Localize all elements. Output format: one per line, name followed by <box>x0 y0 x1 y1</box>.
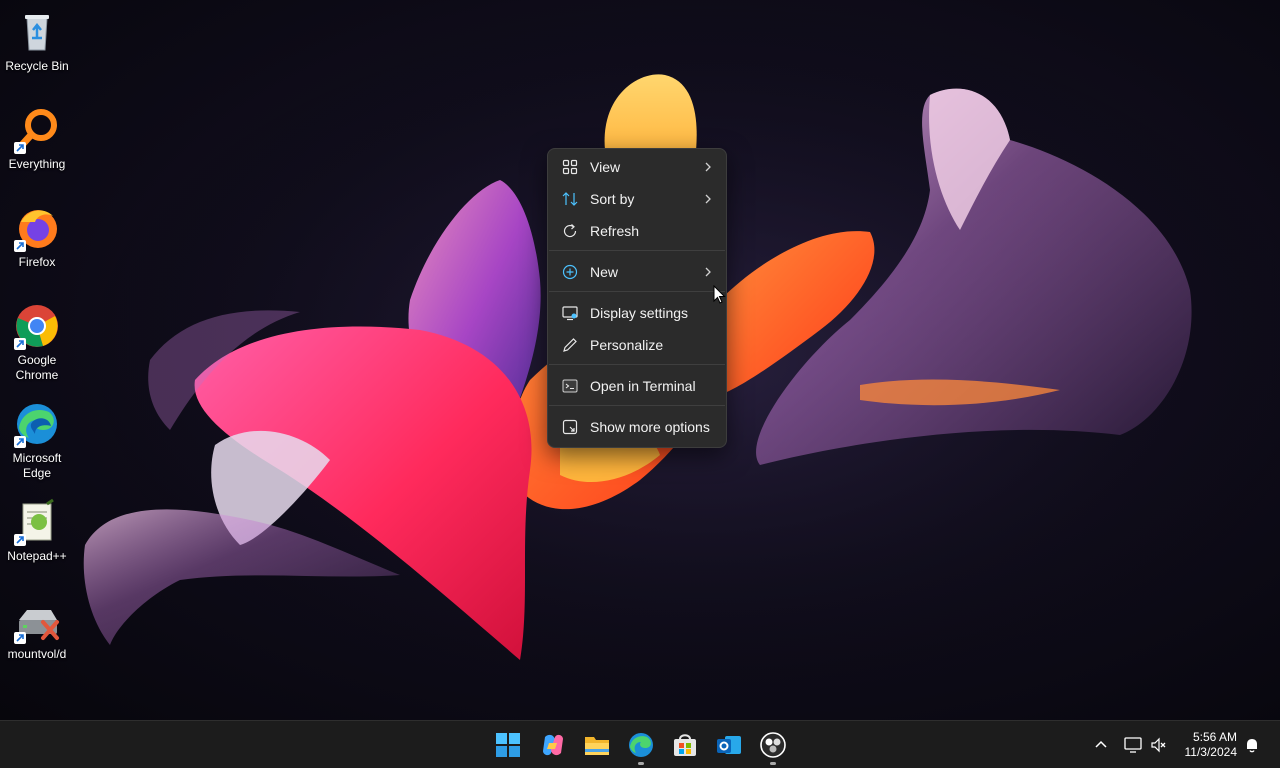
pen-icon <box>563 338 577 352</box>
menu-separator <box>549 250 725 251</box>
desktop[interactable]: Recycle Bin Everything Firefox Google Ch… <box>0 0 1280 720</box>
menu-item-new[interactable]: New <box>553 257 721 287</box>
desktop-icon-everything[interactable]: Everything <box>0 106 74 172</box>
mouse-cursor-icon <box>713 285 726 304</box>
chevron-right-icon <box>705 194 711 204</box>
running-indicator <box>638 762 644 765</box>
volume-muted-icon[interactable] <box>1150 736 1168 754</box>
shortcut-arrow-icon <box>14 632 26 644</box>
edge-icon[interactable] <box>627 731 655 759</box>
desktop-icon-label: Recycle Bin <box>5 59 69 73</box>
desktop-icon-microsoft-edge[interactable]: Microsoft Edge <box>0 400 74 481</box>
chrome-icon <box>13 302 61 350</box>
terminal-icon <box>562 379 578 393</box>
menu-item-label: Sort by <box>590 191 635 207</box>
taskbar: 5:56 AM 11/3/2024 <box>0 720 1280 768</box>
shortcut-arrow-icon <box>14 338 26 350</box>
running-indicator <box>770 762 776 765</box>
obs-icon[interactable] <box>759 731 787 759</box>
desktop-icon-recycle-bin[interactable]: Recycle Bin <box>0 8 74 74</box>
shortcut-arrow-icon <box>14 142 26 154</box>
desktop-icon-firefox[interactable]: Firefox <box>0 204 74 270</box>
start-icon[interactable] <box>494 731 522 759</box>
plus-circle-icon <box>562 264 578 280</box>
firefox-icon <box>13 204 61 252</box>
desktop-icon-label: Everything <box>8 157 66 171</box>
bell-icon[interactable] <box>1244 737 1260 753</box>
display-settings-icon <box>562 306 578 321</box>
more-options-icon <box>562 419 578 435</box>
shortcut-arrow-icon <box>14 436 26 448</box>
desktop-icon-label: Google Chrome <box>15 353 59 382</box>
menu-item-view[interactable]: View <box>553 152 721 182</box>
sort-icon <box>562 192 578 206</box>
store-icon[interactable] <box>671 731 699 759</box>
menu-item-personalize[interactable]: Personalize <box>553 330 721 360</box>
desktop-icon-label: Firefox <box>18 255 56 269</box>
menu-item-open-in-terminal[interactable]: Open in Terminal <box>553 371 721 401</box>
drive-x-icon <box>13 596 61 644</box>
menu-item-sort-by[interactable]: Sort by <box>553 184 721 214</box>
menu-item-label: New <box>590 264 619 280</box>
menu-item-label: View <box>590 159 621 175</box>
desktop-icon-google-chrome[interactable]: Google Chrome <box>0 302 74 383</box>
menu-item-label: Open in Terminal <box>590 378 696 394</box>
grid-icon <box>562 159 578 175</box>
menu-separator <box>549 291 725 292</box>
menu-item-show-more-options[interactable]: Show more options <box>553 412 721 442</box>
file-explorer-icon[interactable] <box>583 731 611 759</box>
shortcut-arrow-icon <box>14 240 26 252</box>
everything-search-icon <box>13 106 61 154</box>
copilot-icon[interactable] <box>539 731 567 759</box>
network-icon[interactable] <box>1124 736 1142 754</box>
outlook-icon[interactable] <box>715 731 743 759</box>
clock-time: 5:56 AM <box>1192 730 1237 744</box>
desktop-context-menu: View Sort by Refresh New Display setting… <box>547 148 727 448</box>
menu-separator <box>549 364 725 365</box>
menu-item-label: Personalize <box>590 337 664 353</box>
system-clock[interactable]: 5:56 AM 11/3/2024 <box>1185 730 1238 760</box>
menu-item-display-settings[interactable]: Display settings <box>553 298 721 328</box>
menu-item-refresh[interactable]: Refresh <box>553 216 721 246</box>
desktop-icon-notepadpp[interactable]: Notepad++ <box>0 498 74 564</box>
refresh-icon <box>563 224 577 238</box>
clock-date: 11/3/2024 <box>1184 745 1238 759</box>
desktop-icon-label: Microsoft Edge <box>12 451 62 480</box>
notepadpp-icon <box>13 498 61 546</box>
desktop-icon-label: mountvol/d <box>7 647 67 661</box>
edge-icon <box>13 400 61 448</box>
chevron-up-icon[interactable] <box>1094 738 1108 752</box>
desktop-icon-mountvol[interactable]: mountvol/d <box>0 596 74 662</box>
recycle-bin-icon <box>13 8 61 56</box>
desktop-icon-label: Notepad++ <box>7 549 67 563</box>
menu-separator <box>549 405 725 406</box>
menu-item-label: Refresh <box>590 223 640 239</box>
chevron-right-icon <box>705 162 711 172</box>
menu-item-label: Display settings <box>590 305 689 321</box>
menu-item-label: Show more options <box>590 419 710 435</box>
chevron-right-icon <box>705 267 711 277</box>
shortcut-arrow-icon <box>14 534 26 546</box>
